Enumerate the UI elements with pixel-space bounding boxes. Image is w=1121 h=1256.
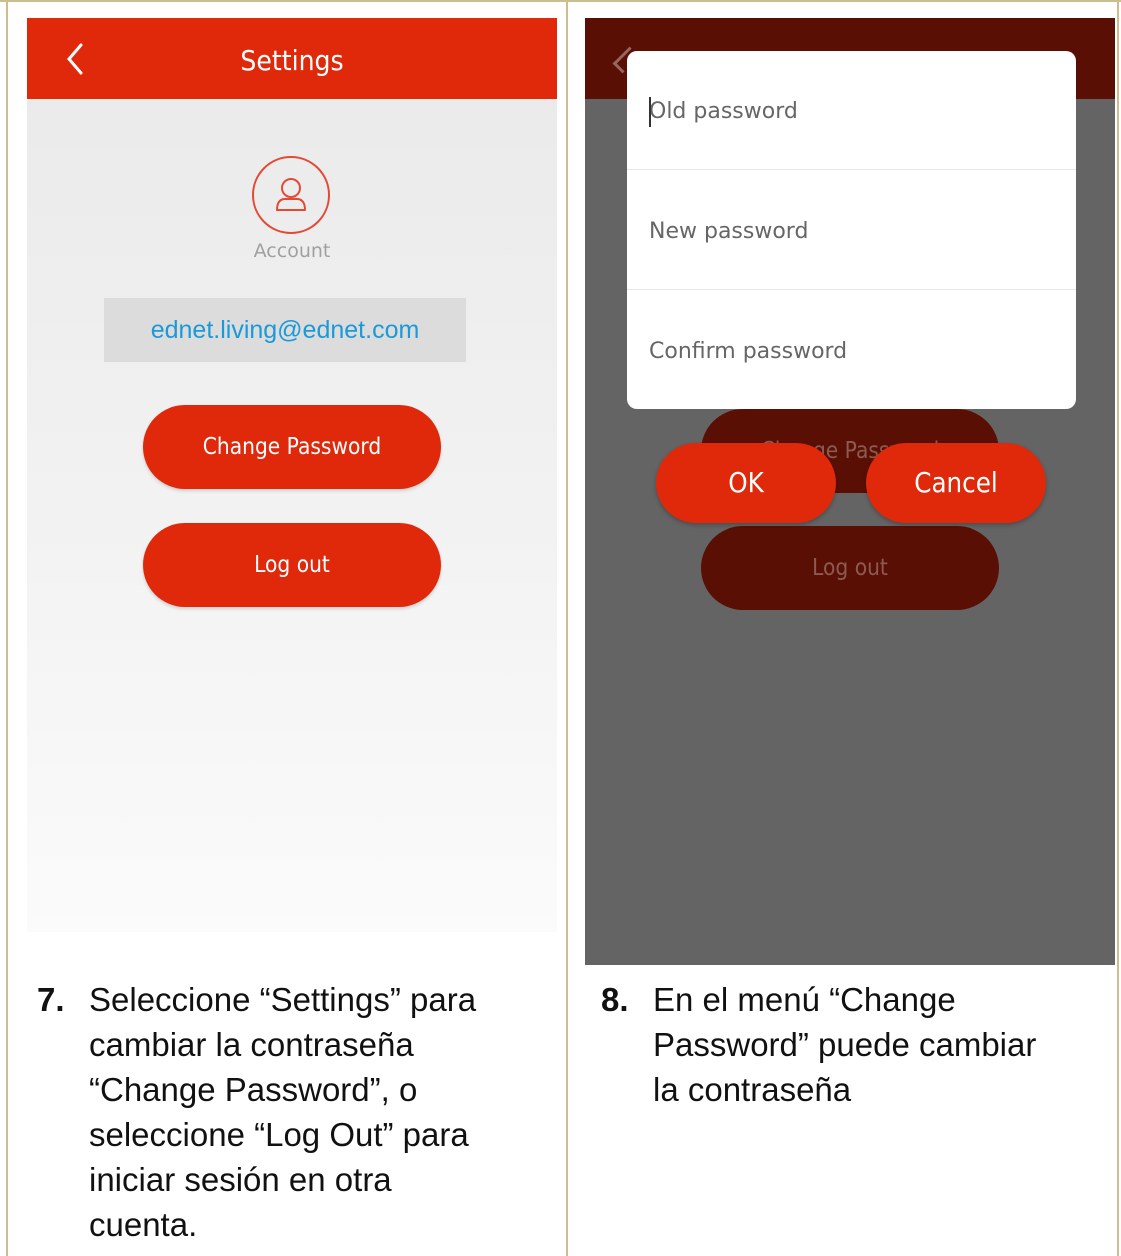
step-8-number: 8. xyxy=(601,981,629,1018)
user-icon-glyph xyxy=(276,178,306,211)
account-label: Account xyxy=(253,240,331,262)
settings-screen: Settings Account ednet.living@ednet.com … xyxy=(27,18,557,932)
change-password-button[interactable]: Change Password xyxy=(143,405,441,489)
change-password-screen: Change Password Log out OK Cancel xyxy=(585,18,1115,965)
text-cursor xyxy=(649,97,651,127)
old-password-row xyxy=(627,51,1076,170)
ok-button[interactable]: OK xyxy=(656,443,836,523)
app-bar: Settings xyxy=(27,18,557,99)
dimmed-log-out-button: Log out xyxy=(701,526,999,610)
email-display: ednet.living@ednet.com xyxy=(104,298,466,362)
log-out-label: Log out xyxy=(254,552,330,578)
cancel-button[interactable]: Cancel xyxy=(866,443,1046,523)
dimmed-log-out-label: Log out xyxy=(812,555,888,581)
table-border-middle xyxy=(566,2,568,1256)
password-dialog xyxy=(627,51,1076,409)
confirm-password-row xyxy=(627,291,1076,410)
email-text: ednet.living@ednet.com xyxy=(150,316,420,344)
user-icon[interactable] xyxy=(252,156,330,234)
confirm-password-field[interactable] xyxy=(649,331,1049,371)
step-7-caption: 7. Seleccione “Settings” para cambiar la… xyxy=(37,977,547,1247)
table-border-left xyxy=(6,2,8,1256)
cancel-label: Cancel xyxy=(914,466,998,499)
table-border-right xyxy=(1117,2,1119,1256)
document-table: Settings Account ednet.living@ednet.com … xyxy=(0,0,1121,1256)
old-password-field[interactable] xyxy=(649,91,1049,131)
step-8-caption: 8. En el menú “Change Password” puede ca… xyxy=(601,977,1101,1127)
ok-label: OK xyxy=(728,466,764,499)
step-7-text: Seleccione “Settings” para cambiar la co… xyxy=(89,981,477,1243)
new-password-field[interactable] xyxy=(649,211,1049,251)
log-out-button[interactable]: Log out xyxy=(143,523,441,607)
step-7-number: 7. xyxy=(37,981,65,1018)
step-8-text: En el menú “Change Password” puede cambi… xyxy=(653,981,1037,1108)
new-password-row xyxy=(627,171,1076,290)
change-password-label: Change Password xyxy=(202,434,382,460)
page-title: Settings xyxy=(240,44,344,77)
